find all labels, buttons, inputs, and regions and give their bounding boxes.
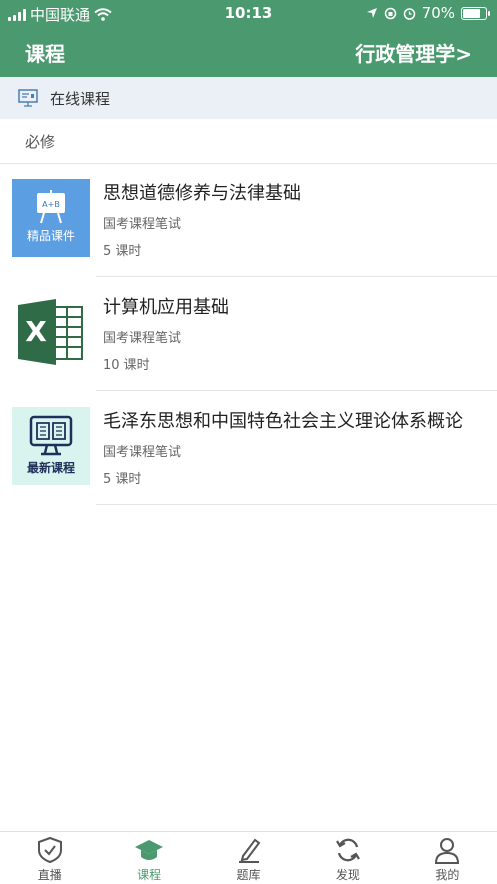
tab-bar: 直播 课程 题库 发现 我的: [0, 831, 497, 884]
tab-label: 直播: [37, 868, 62, 882]
svg-text:X: X: [25, 315, 47, 348]
required-group-label: 必修: [0, 119, 497, 164]
thumb-caption: 最新课程: [26, 461, 75, 475]
nav-bar: 课程 行政管理学>: [0, 26, 497, 77]
graduation-cap-icon: [135, 840, 164, 860]
whiteboard-icon: A+B: [37, 190, 65, 224]
battery-icon: [461, 6, 490, 20]
location-arrow-icon: [366, 8, 377, 18]
tab-label: 发现: [335, 868, 360, 882]
refresh-icon: [335, 838, 360, 862]
course-title: 计算机应用基础: [103, 297, 229, 318]
battery-percent: 70%: [421, 4, 455, 22]
course-thumbnail: 最新课程: [12, 407, 90, 485]
tab-label: 我的: [435, 868, 460, 882]
major-selector-button[interactable]: 行政管理学>: [355, 38, 472, 67]
course-hours: 5 课时: [103, 244, 142, 259]
group-label: 必修: [25, 132, 56, 151]
pencil-icon: [238, 838, 260, 863]
page-title: 课程: [25, 42, 65, 66]
tab-live[interactable]: 直播: [0, 832, 99, 884]
course-subtitle: 国考课程笔试: [103, 331, 182, 346]
status-bar: 中国联通 10:13 70%: [0, 0, 497, 26]
tab-mine[interactable]: 我的: [398, 832, 497, 884]
shield-check-icon: [37, 836, 62, 864]
course-item[interactable]: 最新课程 毛泽东思想和中国特色社会主义理论体系概论 国考课程笔试 5 课时: [0, 391, 497, 505]
divider: [96, 504, 497, 505]
course-title: 毛泽东思想和中国特色社会主义理论体系概论: [103, 411, 463, 432]
course-thumbnail: X: [12, 293, 90, 371]
excel-icon: X: [18, 299, 83, 365]
monitor-book-icon: [29, 415, 73, 456]
presentation-board-icon: [18, 89, 38, 107]
tab-label: 课程: [137, 868, 162, 882]
course-item[interactable]: A+B 精品课件 思想道德修养与法律基础 国考课程笔试 5 课时: [0, 163, 497, 277]
course-item[interactable]: X 计算机应用基础 国考课程笔试 10 课时: [0, 277, 497, 391]
course-hours: 5 课时: [103, 472, 142, 487]
course-subtitle: 国考课程笔试: [103, 445, 182, 460]
lock-rotation-icon: [384, 7, 396, 19]
tab-discover[interactable]: 发现: [298, 832, 397, 884]
tab-question-bank[interactable]: 题库: [199, 832, 298, 884]
alarm-icon: [403, 7, 415, 20]
thumb-caption: 精品课件: [26, 229, 75, 243]
person-icon: [435, 838, 460, 864]
tab-label: 题库: [236, 868, 261, 882]
course-thumbnail: A+B 精品课件: [12, 179, 90, 257]
svg-text:A+B: A+B: [42, 200, 60, 209]
course-title: 思想道德修养与法律基础: [103, 183, 301, 204]
course-hours: 10 课时: [103, 358, 150, 373]
status-right: 70%: [366, 4, 490, 22]
course-subtitle: 国考课程笔试: [103, 217, 182, 232]
online-course-header: 在线课程: [0, 77, 497, 119]
section-title: 在线课程: [50, 89, 111, 108]
tab-course[interactable]: 课程: [99, 832, 198, 884]
